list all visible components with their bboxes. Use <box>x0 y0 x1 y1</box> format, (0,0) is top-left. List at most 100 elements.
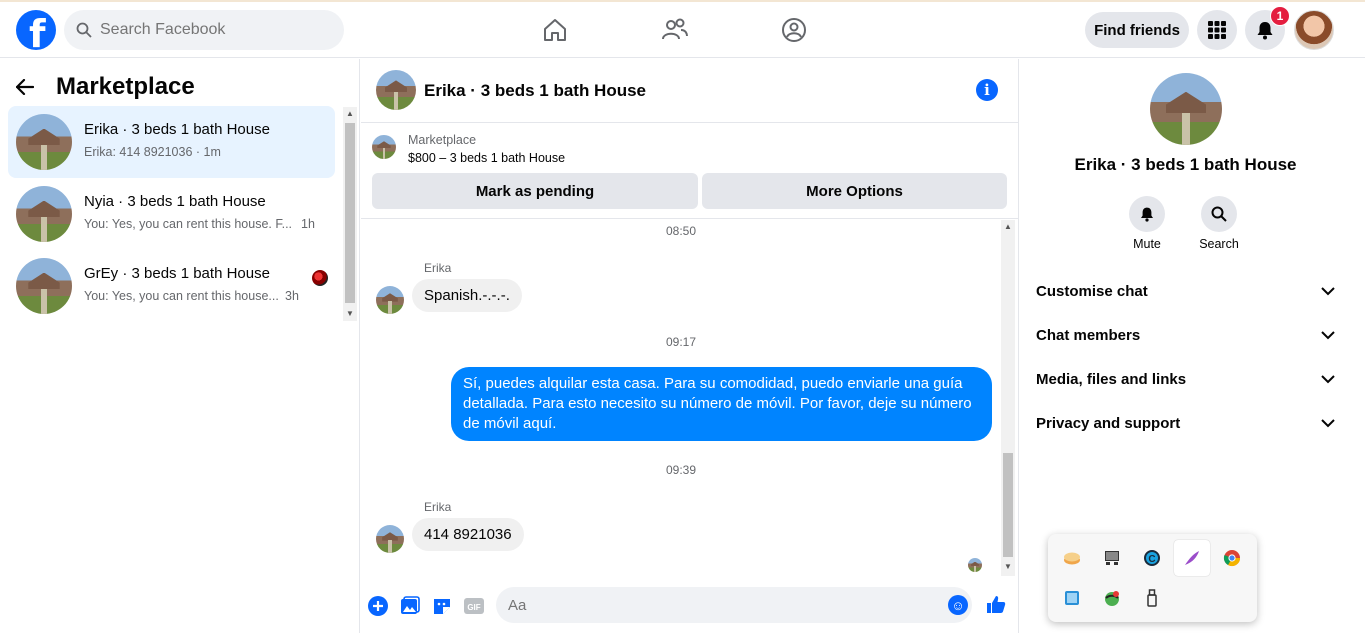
home-icon[interactable] <box>541 16 569 44</box>
sender-avatar <box>376 286 404 314</box>
chat-scrollbar[interactable]: ▲ ▼ <box>1001 220 1015 576</box>
chat-panel: Erika · 3 beds 1 bath House i Marketplac… <box>361 59 1019 633</box>
groups-icon[interactable] <box>780 16 808 44</box>
search-icon <box>76 22 92 38</box>
message-timestamp: 09:39 <box>665 463 697 477</box>
message-timestamp: 08:50 <box>665 224 697 238</box>
conversation-name: Nyia · 3 beds 1 bath House <box>84 193 266 210</box>
privacy-support-section[interactable]: Privacy and support <box>1028 401 1343 445</box>
message-list: 08:50 Erika Spanish.-.-.-. 09:17 Sí, pue… <box>361 220 1001 576</box>
section-label: Privacy and support <box>1036 414 1181 432</box>
message-input[interactable] <box>508 596 928 614</box>
tray-app-icon[interactable] <box>1054 540 1090 576</box>
sender-name: Erika <box>424 500 452 514</box>
listing-thumbnail <box>16 258 72 314</box>
sidebar-header: Marketplace <box>16 73 195 101</box>
conversation-item[interactable]: GrEy · 3 beds 1 bath House You: Yes, you… <box>8 250 335 322</box>
notification-badge: 1 <box>1270 6 1290 26</box>
scrollbar-thumb[interactable] <box>345 123 355 303</box>
facebook-logo-icon[interactable]: f <box>16 10 56 50</box>
search-label: Search <box>1199 237 1239 251</box>
more-options-button[interactable]: More Options <box>702 173 1007 209</box>
search-input[interactable] <box>100 21 320 39</box>
scroll-up-arrow-icon[interactable]: ▲ <box>346 109 354 118</box>
conversation-preview: You: Yes, you can rent this house. F... <box>84 217 293 231</box>
chevron-down-icon <box>1321 330 1335 339</box>
conversation-preview: You: Yes, you can rent this house... <box>84 289 279 303</box>
conversation-name: Erika · 3 beds 1 bath House <box>84 121 270 138</box>
read-receipt-avatar <box>312 270 328 286</box>
listing-thumbnail[interactable] <box>372 135 396 159</box>
search-box[interactable] <box>64 10 344 50</box>
sidebar-scrollbar[interactable]: ▲ ▼ <box>343 107 357 321</box>
chat-members-section[interactable]: Chat members <box>1028 313 1343 357</box>
bell-icon <box>1141 207 1153 222</box>
tray-feather-icon[interactable] <box>1174 540 1210 576</box>
chevron-down-icon <box>1321 286 1335 295</box>
chrome-icon[interactable] <box>1214 540 1250 576</box>
scroll-down-arrow-icon[interactable]: ▼ <box>346 309 354 318</box>
plus-circle-icon[interactable] <box>367 595 389 617</box>
listing-thumbnail <box>16 186 72 242</box>
scrollbar-thumb[interactable] <box>1003 453 1013 557</box>
photo-icon[interactable] <box>399 595 421 617</box>
info-icon[interactable]: i <box>976 79 998 101</box>
emoji-icon[interactable]: ☺ <box>948 595 968 615</box>
friends-icon[interactable] <box>661 16 689 44</box>
chat-header: Erika · 3 beds 1 bath House i <box>361 59 1019 123</box>
system-tray-overflow: C <box>1048 534 1257 622</box>
scroll-down-arrow-icon[interactable]: ▼ <box>1004 562 1012 571</box>
back-arrow-icon[interactable] <box>16 73 48 101</box>
section-label: Media, files and links <box>1036 370 1187 388</box>
conversation-preview: Erika: 414 8921036 · 1m <box>84 145 221 159</box>
media-files-links-section[interactable]: Media, files and links <box>1028 357 1343 401</box>
search-icon <box>1211 206 1227 222</box>
sender-name: Erika <box>424 261 452 275</box>
customise-chat-section[interactable]: Customise chat <box>1028 269 1343 313</box>
tray-display-icon[interactable] <box>1094 540 1130 576</box>
find-friends-button[interactable]: Find friends <box>1085 12 1189 48</box>
message-timestamp: 09:17 <box>665 335 697 349</box>
tray-globe-app-icon[interactable] <box>1094 580 1130 616</box>
thumbs-up-icon[interactable] <box>985 593 1007 615</box>
outgoing-message[interactable]: Sí, puedes alquilar esta casa. Para su c… <box>451 367 992 441</box>
conversation-item[interactable]: Nyia · 3 beds 1 bath House You: Yes, you… <box>8 178 335 250</box>
tray-network-app-icon[interactable] <box>1054 580 1090 616</box>
svg-text:GIF: GIF <box>467 603 480 612</box>
page-title: Marketplace <box>56 73 195 100</box>
top-navigation-bar: f Find friends 1 <box>0 2 1365 58</box>
conversation-item[interactable]: Erika · 3 beds 1 bath House Erika: 414 8… <box>8 106 335 178</box>
message-composer: GIF ☺ <box>361 583 1019 633</box>
conversation-name: GrEy · 3 beds 1 bath House <box>84 265 270 282</box>
incoming-message[interactable]: Spanish.-.-.-. <box>412 279 522 312</box>
chat-info-title: Erika · 3 beds 1 bath House <box>1074 155 1297 174</box>
listing-banner: Marketplace $800 – 3 beds 1 bath House M… <box>361 123 1019 219</box>
profile-avatar[interactable] <box>1294 10 1334 50</box>
seen-receipt-avatar <box>968 558 982 572</box>
message-input-box[interactable] <box>496 587 972 623</box>
incoming-message[interactable]: 414 8921036 <box>412 518 524 551</box>
mark-as-pending-button[interactable]: Mark as pending <box>372 173 698 209</box>
search-action[interactable]: Search <box>1191 196 1247 251</box>
mute-label: Mute <box>1133 237 1161 251</box>
chat-title[interactable]: Erika · 3 beds 1 bath House <box>424 81 646 101</box>
usb-drive-icon[interactable] <box>1134 580 1170 616</box>
conversation-time: 1h <box>301 217 315 231</box>
listing-thumbnail <box>16 114 72 170</box>
mute-action[interactable]: Mute <box>1119 196 1175 251</box>
listing-label: Marketplace <box>408 133 477 147</box>
sticker-icon[interactable] <box>431 595 453 617</box>
gif-icon[interactable]: GIF <box>463 595 485 617</box>
sender-avatar <box>376 525 404 553</box>
svg-text:C: C <box>1148 554 1155 565</box>
chat-avatar[interactable] <box>376 70 416 110</box>
scroll-up-arrow-icon[interactable]: ▲ <box>1004 222 1012 231</box>
listing-price[interactable]: $800 – 3 beds 1 bath House <box>408 151 565 165</box>
chat-avatar-large[interactable] <box>1150 73 1222 145</box>
chevron-down-icon <box>1321 418 1335 427</box>
section-label: Chat members <box>1036 326 1141 344</box>
tray-c-app-icon[interactable]: C <box>1134 540 1170 576</box>
grid-menu-icon <box>1208 21 1226 39</box>
menu-button[interactable] <box>1197 10 1237 50</box>
chevron-down-icon <box>1321 374 1335 383</box>
